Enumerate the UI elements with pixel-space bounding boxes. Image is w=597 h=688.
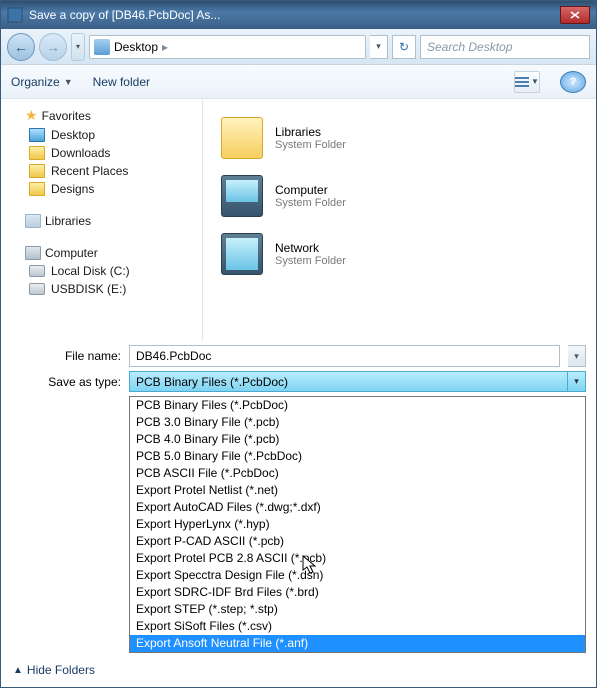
- dropdown-option[interactable]: Export P-CAD ASCII (*.pcb): [130, 533, 585, 550]
- computer-big-icon: [221, 175, 263, 217]
- savetype-label: Save as type:: [11, 375, 121, 389]
- chevron-down-icon: ▼: [64, 77, 73, 87]
- dropdown-option[interactable]: PCB 3.0 Binary File (*.pcb): [130, 414, 585, 431]
- filename-input[interactable]: DB46.PcbDoc: [129, 345, 560, 367]
- computer-icon: [25, 246, 41, 260]
- dropdown-option[interactable]: Export AutoCAD Files (*.dwg;*.dxf): [130, 499, 585, 516]
- dropdown-option[interactable]: Export Specctra Design File (*.dsn): [130, 567, 585, 584]
- dropdown-option[interactable]: PCB Binary Files (*.PcbDoc): [130, 397, 585, 414]
- toolbar: Organize ▼ New folder ▼ ?: [1, 65, 596, 99]
- nav-history-dropdown[interactable]: ▾: [71, 33, 85, 61]
- disk-icon: [29, 283, 45, 295]
- filename-label: File name:: [11, 349, 121, 363]
- window-title: Save a copy of [DB46.PcbDoc] As...: [29, 8, 560, 22]
- folder-icon: [29, 146, 45, 160]
- hide-folders-button[interactable]: ▲ Hide Folders: [13, 663, 95, 677]
- organize-menu[interactable]: Organize ▼: [11, 75, 73, 89]
- desktop-icon: [94, 39, 110, 55]
- libraries-group[interactable]: Libraries: [11, 212, 198, 230]
- dropdown-option[interactable]: Export STEP (*.step; *.stp): [130, 601, 585, 618]
- list-item[interactable]: LibrariesSystem Folder: [217, 109, 582, 167]
- libraries-big-icon: [221, 117, 263, 159]
- dropdown-option[interactable]: Export HyperLynx (*.hyp): [130, 516, 585, 533]
- filename-row: File name: DB46.PcbDoc ▾: [1, 341, 596, 371]
- dropdown-option[interactable]: Export Protel PCB 2.8 ASCII (*.pcb): [130, 550, 585, 567]
- title-bar[interactable]: Save a copy of [DB46.PcbDoc] As...: [1, 1, 596, 29]
- nav-item-designs[interactable]: Designs: [11, 180, 198, 198]
- list-item[interactable]: ComputerSystem Folder: [217, 167, 582, 225]
- nav-item-usbdisk[interactable]: USBDISK (E:): [11, 280, 198, 298]
- back-button[interactable]: ←: [7, 33, 35, 61]
- dropdown-option[interactable]: PCB 4.0 Binary File (*.pcb): [130, 431, 585, 448]
- computer-group[interactable]: Computer: [11, 244, 198, 262]
- breadcrumb-location: Desktop: [114, 40, 158, 54]
- dropdown-option[interactable]: Export Ansoft Neutral File (*.anf): [130, 635, 585, 652]
- nav-item-local-disk[interactable]: Local Disk (C:): [11, 262, 198, 280]
- chevron-down-icon: ▾: [568, 371, 586, 392]
- nav-row: ← → ▾ Desktop ▸ ▾ ↻ Search Desktop: [1, 29, 596, 65]
- folder-icon: [29, 164, 45, 178]
- favorites-group[interactable]: ★ Favorites: [11, 105, 198, 126]
- dropdown-option[interactable]: Export Protel Netlist (*.net): [130, 482, 585, 499]
- app-icon: [7, 7, 23, 23]
- folder-icon: [29, 182, 45, 196]
- help-button[interactable]: ?: [560, 71, 586, 93]
- dropdown-option[interactable]: Export SiSoft Files (*.csv): [130, 618, 585, 635]
- view-options-button[interactable]: ▼: [514, 71, 540, 93]
- savetype-dropdown-list[interactable]: PCB Binary Files (*.PcbDoc)PCB 3.0 Binar…: [129, 396, 586, 653]
- forward-button[interactable]: →: [39, 33, 67, 61]
- chevron-right-icon: ▸: [162, 40, 168, 54]
- libraries-icon: [25, 214, 41, 228]
- search-placeholder: Search Desktop: [427, 40, 512, 54]
- list-item[interactable]: NetworkSystem Folder: [217, 225, 582, 283]
- navigation-pane: ★ Favorites Desktop Downloads Recent Pla…: [1, 99, 203, 341]
- nav-item-downloads[interactable]: Downloads: [11, 144, 198, 162]
- disk-icon: [29, 265, 45, 277]
- new-folder-button[interactable]: New folder: [93, 75, 150, 89]
- chevron-up-icon: ▲: [13, 665, 23, 676]
- dropdown-option[interactable]: PCB ASCII File (*.PcbDoc): [130, 465, 585, 482]
- star-icon: ★: [25, 107, 38, 124]
- savetype-row: Save as type: PCB Binary Files (*.PcbDoc…: [1, 371, 596, 396]
- bottom-bar: ▲ Hide Folders: [1, 653, 596, 687]
- breadcrumb-dropdown[interactable]: ▾: [370, 35, 388, 59]
- close-button[interactable]: [560, 6, 590, 24]
- filename-dropdown[interactable]: ▾: [568, 345, 586, 367]
- desktop-small-icon: [29, 128, 45, 142]
- save-as-dialog: Save a copy of [DB46.PcbDoc] As... ← → ▾…: [0, 0, 597, 688]
- dropdown-option[interactable]: Export SDRC-IDF Brd Files (*.brd): [130, 584, 585, 601]
- refresh-button[interactable]: ↻: [392, 35, 416, 59]
- dropdown-option[interactable]: PCB 5.0 Binary File (*.PcbDoc): [130, 448, 585, 465]
- search-input[interactable]: Search Desktop: [420, 35, 590, 59]
- savetype-combo[interactable]: PCB Binary Files (*.PcbDoc) ▾: [129, 371, 586, 392]
- network-big-icon: [221, 233, 263, 275]
- breadcrumb[interactable]: Desktop ▸: [89, 35, 366, 59]
- nav-item-recent[interactable]: Recent Places: [11, 162, 198, 180]
- nav-item-desktop[interactable]: Desktop: [11, 126, 198, 144]
- file-list[interactable]: LibrariesSystem Folder ComputerSystem Fo…: [203, 99, 596, 341]
